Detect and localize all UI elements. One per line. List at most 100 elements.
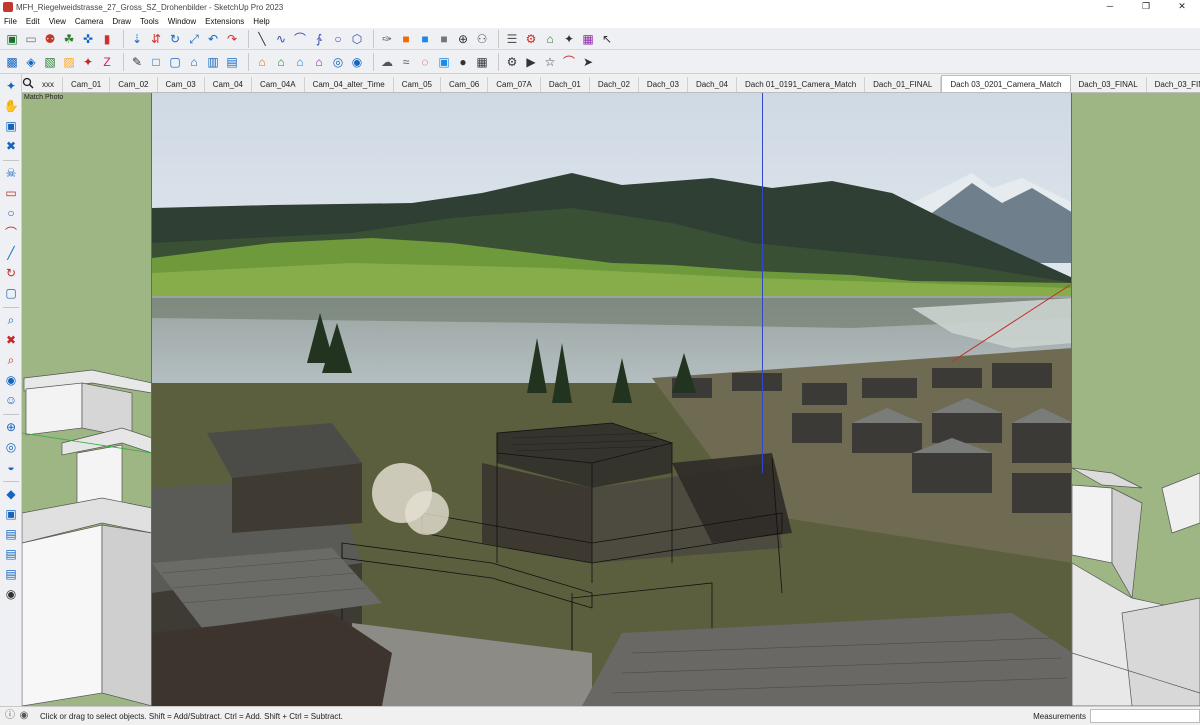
scene-tab[interactable]: Dach_01_FINAL — [865, 77, 942, 92]
look-around-icon[interactable]: ☠ — [3, 165, 19, 181]
scene-tab[interactable]: Cam_04 — [205, 77, 252, 92]
layers-icon[interactable]: ◎ — [330, 54, 346, 70]
tape-icon[interactable]: ✑ — [379, 31, 395, 47]
scene-tab[interactable]: Cam_05 — [394, 77, 442, 92]
scale-icon[interactable]: ⤢ — [186, 31, 202, 47]
color-z-icon[interactable]: Z — [99, 54, 115, 70]
extension-icon[interactable]: ✦ — [561, 31, 577, 47]
iso-view-icon[interactable]: ◈ — [23, 54, 39, 70]
menu-camera[interactable]: Camera — [75, 17, 103, 26]
move-icon[interactable]: ✜ — [80, 31, 96, 47]
outer-shell-icon[interactable]: ▤ — [3, 546, 19, 562]
undo-icon[interactable]: ↶ — [205, 31, 221, 47]
polygon-icon[interactable]: ⬡ — [349, 31, 365, 47]
minimize-button[interactable]: ─ — [1092, 0, 1128, 14]
ruby-console-icon[interactable]: ◉ — [3, 586, 19, 602]
scene-tab[interactable]: Dach_03_FINAL — [1071, 77, 1147, 92]
scene-tab[interactable]: Cam_06 — [441, 77, 489, 92]
textured-icon[interactable]: ▥ — [205, 54, 221, 70]
house-blue-icon[interactable]: ⌂ — [292, 54, 308, 70]
scene-tab[interactable]: Dach_01 — [541, 77, 590, 92]
xray-icon[interactable]: ▤ — [224, 54, 240, 70]
house-orange-icon[interactable]: ⌂ — [254, 54, 270, 70]
credits-icon[interactable]: ◉ — [18, 710, 30, 722]
record-icon[interactable]: ● — [455, 54, 471, 70]
arc-icon[interactable]: ⌒ — [292, 31, 308, 47]
scenes-icon[interactable]: ☰ — [504, 31, 520, 47]
shadows-icon[interactable]: ☁ — [379, 54, 395, 70]
checker-icon[interactable]: ▦ — [474, 54, 490, 70]
bezier-icon[interactable]: ∱ — [311, 31, 327, 47]
scene-tab[interactable]: Dach_03 — [639, 77, 688, 92]
intersect-icon[interactable]: ▤ — [3, 566, 19, 582]
axes-tool-icon[interactable]: ⊕ — [3, 419, 19, 435]
top-view-icon[interactable]: ▧ — [42, 54, 58, 70]
scene-tab[interactable]: Dach_03_FINAL_"alte"_Uhrzeit — [1147, 77, 1200, 92]
menu-edit[interactable]: Edit — [26, 17, 40, 26]
arrow-tool-icon[interactable]: ➤ — [580, 54, 596, 70]
menu-draw[interactable]: Draw — [112, 17, 131, 26]
search-icon[interactable] — [22, 74, 34, 92]
walk-icon[interactable]: ▶ — [523, 54, 539, 70]
scene-tab[interactable]: Cam_01 — [63, 77, 111, 92]
zoom-window-icon[interactable]: ▣ — [3, 118, 19, 134]
scene-tab[interactable]: Cam_03 — [158, 77, 205, 92]
scene-tab[interactable]: Cam_04_alter_Time — [305, 77, 394, 92]
line-tool-icon[interactable]: ╱ — [3, 245, 19, 261]
front-view-icon[interactable]: ▨ — [61, 54, 77, 70]
scene-tab[interactable]: Dach 01_0191_Camera_Match — [737, 77, 866, 92]
camera-match-icon[interactable]: ▣ — [436, 54, 452, 70]
star-icon[interactable]: ☆ — [542, 54, 558, 70]
scene-tab[interactable]: Dach_02 — [590, 77, 639, 92]
protractor-icon[interactable]: ◒ — [3, 459, 19, 475]
offset-tool-icon[interactable]: ▢ — [3, 285, 19, 301]
settings-icon[interactable]: ⚙ — [504, 54, 520, 70]
compass-icon[interactable]: ⊕ — [455, 31, 471, 47]
paint-bucket-icon[interactable]: ⚉ — [42, 31, 58, 47]
soften-icon[interactable]: ◌ — [417, 54, 433, 70]
blue-cube-icon[interactable]: ■ — [417, 31, 433, 47]
orbit-icon[interactable]: ✦ — [3, 78, 19, 94]
freehand-icon[interactable]: ∿ — [273, 31, 289, 47]
measurements-input[interactable] — [1090, 709, 1200, 723]
eraser-icon[interactable]: ▭ — [23, 31, 39, 47]
position-camera-icon[interactable]: ◉ — [3, 372, 19, 388]
arc-tool-icon[interactable]: ⌒ — [3, 225, 19, 241]
menu-file[interactable]: File — [4, 17, 17, 26]
rotate-icon[interactable]: ↻ — [167, 31, 183, 47]
menu-view[interactable]: View — [49, 17, 66, 26]
scene-tab[interactable]: Dach 03_0201_Camera_Match — [941, 75, 1071, 92]
pencil-icon[interactable]: ✎ — [129, 54, 145, 70]
dimension-icon[interactable]: ◎ — [3, 439, 19, 455]
select-icon[interactable]: ▩ — [4, 54, 20, 70]
line-icon[interactable]: ╲ — [254, 31, 270, 47]
zoom-extents-tool-icon[interactable]: ✖ — [3, 332, 19, 348]
offset-icon[interactable]: ⇵ — [148, 31, 164, 47]
fog-icon[interactable]: ≈ — [398, 54, 414, 70]
curve-icon[interactable]: ⌒ — [561, 54, 577, 70]
scene-tab[interactable]: Cam_02 — [110, 77, 158, 92]
redo-icon[interactable]: ↷ — [224, 31, 240, 47]
menu-window[interactable]: Window — [168, 17, 196, 26]
circle-icon[interactable]: ○ — [330, 31, 346, 47]
close-button[interactable]: ✕ — [1164, 0, 1200, 14]
copy-icon[interactable]: ▤ — [3, 526, 19, 542]
section-plane-icon[interactable]: ▣ — [3, 506, 19, 522]
text-tool-icon[interactable]: ◆ — [3, 486, 19, 502]
info-icon[interactable]: ⓘ — [4, 710, 16, 722]
menu-extensions[interactable]: Extensions — [205, 17, 244, 26]
follow-me-icon[interactable]: ⇣ — [129, 31, 145, 47]
shaded-icon[interactable]: ⌂ — [186, 54, 202, 70]
gear-icon[interactable]: ⚙ — [523, 31, 539, 47]
walk-tool-icon[interactable]: ☺ — [3, 392, 19, 408]
axes-icon[interactable]: ✦ — [80, 54, 96, 70]
menu-help[interactable]: Help — [253, 17, 269, 26]
component-icon[interactable]: ▣ — [4, 31, 20, 47]
scene-tab[interactable]: Dach_04 — [688, 77, 737, 92]
wireframe-icon[interactable]: □ — [148, 54, 164, 70]
previous-view-icon[interactable]: ⌕ — [3, 352, 19, 368]
zoom-tool-icon[interactable]: ⌕ — [3, 312, 19, 328]
section-icon[interactable]: ⚇ — [474, 31, 490, 47]
circle-tool-icon[interactable]: ○ — [3, 205, 19, 221]
pan-icon[interactable]: ✋ — [3, 98, 19, 114]
